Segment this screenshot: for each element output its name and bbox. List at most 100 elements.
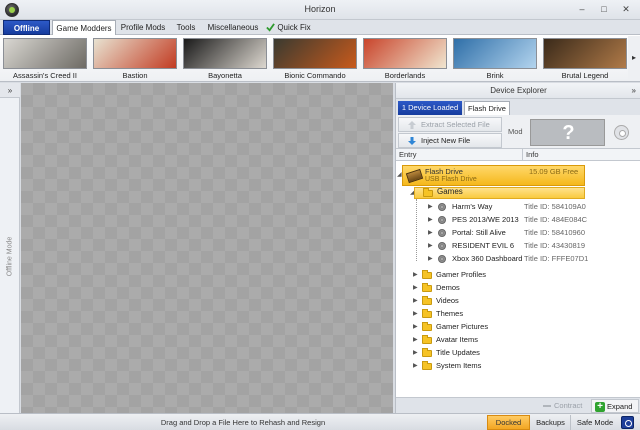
tree-node-game[interactable]: ▶ Harm's Way Title ID: 584109A0 xyxy=(396,201,640,213)
tab-quick-fix[interactable]: Quick Fix xyxy=(276,20,312,35)
expand-arrow-icon[interactable]: ▶ xyxy=(413,360,419,372)
expand-arrow-icon[interactable]: ▶ xyxy=(413,295,419,307)
tree-node-label: Demos xyxy=(436,283,460,292)
tree-node-label: PES 2013/WE 2013 xyxy=(452,215,519,224)
backups-button[interactable]: Backups xyxy=(531,415,571,430)
tree-node-label: Xbox 360 Dashboard xyxy=(452,254,523,263)
column-info[interactable]: Info xyxy=(522,149,539,161)
expand-arrow-icon[interactable]: ▶ xyxy=(428,253,434,265)
file-tree: ◢ Flash Drive USB Flash Drive 15.09 GB F… xyxy=(396,161,640,397)
folder-icon xyxy=(422,296,432,305)
game-tile[interactable]: Assassin's Creed II xyxy=(1,37,89,81)
tree-node-game[interactable]: ▶ Xbox 360 Dashboard Title ID: FFFE07D1 xyxy=(396,253,640,265)
tree-node-folder[interactable]: ▶ Gamer Profiles xyxy=(396,269,640,281)
tree-node-games[interactable]: Games xyxy=(414,187,585,199)
tree-node-folder[interactable]: ▶ Title Updates xyxy=(396,347,640,359)
tree-node-label: Title Updates xyxy=(436,348,480,357)
extract-label: Extract Selected File xyxy=(421,120,490,129)
expand-arrow-icon[interactable]: ▶ xyxy=(428,214,434,226)
folder-icon xyxy=(422,361,432,370)
tab-devices-loaded[interactable]: 1 Device Loaded xyxy=(398,101,462,115)
inject-label: Inject New File xyxy=(421,136,471,145)
tree-column-header: Entry Info xyxy=(396,149,640,161)
game-cover-1 xyxy=(93,38,177,69)
expand-arrow-icon[interactable]: ▶ xyxy=(413,347,419,359)
tree-node-label: Themes xyxy=(436,309,464,318)
maximize-button[interactable]: □ xyxy=(596,3,612,16)
offline-button[interactable]: Offline xyxy=(3,20,50,35)
game-tile[interactable]: Bionic Commando xyxy=(271,37,359,81)
window-title: Horizon xyxy=(304,4,336,14)
tab-game-modders[interactable]: Game Modders xyxy=(52,20,116,36)
tree-node-info: Title ID: 58410960 xyxy=(524,228,586,237)
expand-arrow-icon[interactable]: ▶ xyxy=(413,321,419,333)
game-label: Bionic Commando xyxy=(284,71,346,80)
menu-bar: Offline Game Modders Profile Mods Tools … xyxy=(0,20,640,36)
game-label: Borderlands xyxy=(384,71,426,80)
drive-name: Flash Drive xyxy=(425,167,463,176)
game-label: Assassin's Creed II xyxy=(13,71,77,80)
game-tile[interactable]: Brink xyxy=(451,37,539,81)
game-cover-0 xyxy=(3,38,87,69)
device-explorer-title: Device Explorer » xyxy=(396,83,640,99)
tree-node-game[interactable]: ▶ RESIDENT EVIL 6 Title ID: 43430819 xyxy=(396,240,640,252)
tree-node-info: Title ID: 584109A0 xyxy=(524,202,586,211)
scroll-right-button[interactable]: ▸ xyxy=(628,36,640,80)
tree-node-game[interactable]: ▶ PES 2013/WE 2013 Title ID: 484E084C xyxy=(396,214,640,226)
game-label: Brutal Legend xyxy=(561,71,609,80)
tree-node-folder[interactable]: ▶ Avatar Items xyxy=(396,334,640,346)
tree-node-label: System Items xyxy=(436,361,482,370)
game-tile[interactable]: Brutal Legend xyxy=(541,37,629,81)
expand-arrow-icon[interactable]: ▶ xyxy=(413,282,419,294)
collapse-panel-button[interactable]: » xyxy=(632,83,636,99)
minus-icon xyxy=(543,405,551,407)
device-tabs: 1 Device Loaded Flash Drive xyxy=(396,99,640,115)
game-cover-4 xyxy=(363,38,447,69)
contract-button[interactable]: Contract xyxy=(541,399,589,413)
device-explorer-footer: Contract + Expand xyxy=(396,397,640,413)
mod-preview: ? xyxy=(530,119,605,146)
tree-node-label: Gamer Pictures xyxy=(436,322,489,331)
expand-arrow-icon[interactable]: ▶ xyxy=(428,201,434,213)
game-tile[interactable]: Bastion xyxy=(91,37,179,81)
safe-mode-button[interactable]: Safe Mode xyxy=(572,415,618,430)
expand-arrow-icon[interactable]: ▶ xyxy=(413,269,419,281)
folder-icon xyxy=(422,309,432,318)
game-tile[interactable]: Bayonetta xyxy=(181,37,269,81)
extract-selected-file-button[interactable]: Extract Selected File xyxy=(398,117,502,132)
tree-node-game[interactable]: ▶ Portal: Still Alive Title ID: 58410960 xyxy=(396,227,640,239)
expand-arrow-icon[interactable]: ▶ xyxy=(428,240,434,252)
drop-workspace[interactable] xyxy=(21,83,393,413)
game-label: Bayonetta xyxy=(208,71,242,80)
tree-node-folder[interactable]: ▶ Themes xyxy=(396,308,640,320)
expand-rail-button[interactable]: » xyxy=(0,83,20,98)
expand-arrow-icon[interactable]: ▶ xyxy=(413,308,419,320)
expand-arrow-icon[interactable]: ▶ xyxy=(413,334,419,346)
folder-icon xyxy=(422,348,432,357)
game-disc-icon xyxy=(438,255,446,263)
expand-label: Expand xyxy=(607,402,633,411)
tab-tools[interactable]: Tools xyxy=(170,20,202,35)
game-tile[interactable]: Borderlands xyxy=(361,37,449,81)
horizon-icon[interactable] xyxy=(621,416,634,429)
tab-profile-mods[interactable]: Profile Mods xyxy=(118,20,168,35)
tab-miscellaneous[interactable]: Miscellaneous xyxy=(204,20,262,35)
folder-icon xyxy=(422,270,432,279)
tree-node-folder[interactable]: ▶ Demos xyxy=(396,282,640,294)
arrow-down-icon xyxy=(408,137,416,145)
tree-node-flash-drive[interactable]: Flash Drive USB Flash Drive 15.09 GB Fre… xyxy=(402,165,585,186)
game-cover-6 xyxy=(543,38,627,69)
tab-flash-drive[interactable]: Flash Drive xyxy=(464,101,510,115)
expand-button[interactable]: + Expand xyxy=(591,399,639,413)
inject-new-file-button[interactable]: Inject New File xyxy=(398,133,502,148)
game-disc-icon xyxy=(438,242,446,250)
tree-node-folder[interactable]: ▶ Videos xyxy=(396,295,640,307)
tree-node-folder[interactable]: ▶ System Items xyxy=(396,360,640,372)
tree-node-folder[interactable]: ▶ Gamer Pictures xyxy=(396,321,640,333)
close-button[interactable]: ✕ xyxy=(618,3,634,16)
minimize-button[interactable]: – xyxy=(574,3,590,16)
column-entry[interactable]: Entry xyxy=(399,150,417,159)
docked-button[interactable]: Docked xyxy=(487,415,530,430)
expand-arrow-icon[interactable]: ▶ xyxy=(428,227,434,239)
gear-icon[interactable] xyxy=(614,125,629,140)
